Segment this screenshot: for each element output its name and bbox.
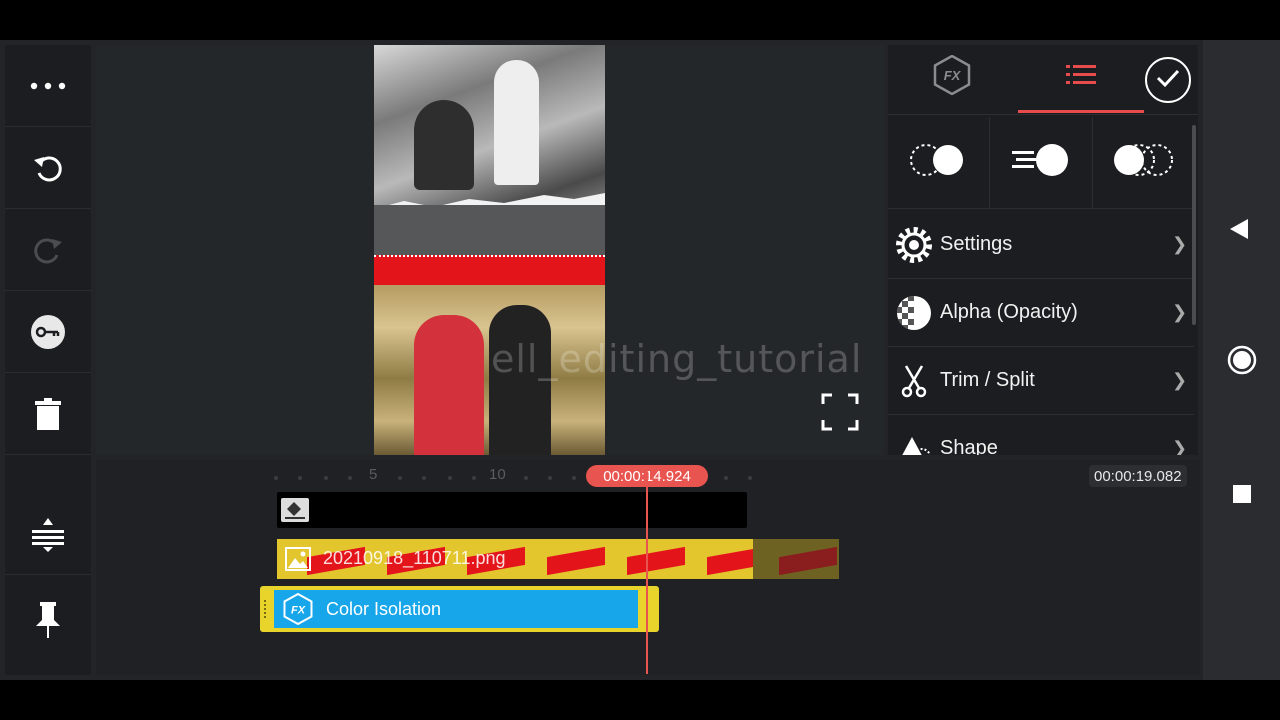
timeline-expand-icon [32,517,64,552]
video-preview: ell_editing_tutorial [96,45,884,455]
timeline[interactable]: 5 10 00:00:14.924 00:00:19.082 [96,460,1200,675]
background-clip[interactable] [277,492,747,528]
fx-icon: FX [932,54,972,99]
pin-icon [36,602,60,638]
undo-icon [31,151,65,185]
check-icon [1156,68,1180,93]
kinemaster-editor: ell_editing_tutorial FX Settings ❯ Alpha… [0,40,1280,680]
options-panel: FX Settings ❯ Alpha (Opacity) ❯ Trim / S… [888,45,1198,455]
recents-square-icon [1232,485,1252,508]
fill-bucket-icon [281,498,309,522]
motion-blur-icon [1011,142,1070,183]
keyframe-key-icon [30,314,66,350]
end-time-label: 00:00:19.082 [1089,465,1187,487]
shape-icon [888,431,940,455]
back-button[interactable] [1228,218,1250,245]
blend-options [888,117,1194,209]
image-layer-filename: 20210918_110711.png [323,548,506,568]
mask-circles-icon [1112,143,1174,182]
menu-settings[interactable]: Settings ❯ [888,211,1194,279]
back-triangle-icon [1228,219,1250,244]
panel-scrollbar[interactable] [1192,125,1196,325]
menu-shape-label: Shape [940,437,998,455]
mask-button[interactable] [1093,117,1194,208]
home-button[interactable] [1227,345,1257,380]
checker-icon [888,295,940,331]
redo-button[interactable] [5,209,91,291]
effect-layer-clip[interactable]: FX Color Isolation [260,586,659,632]
svg-text:FX: FX [944,68,962,83]
menu-trim-split[interactable]: Trim / Split ❯ [888,347,1194,415]
done-button[interactable] [1145,57,1191,103]
delete-icon [34,397,62,430]
chevron-right-icon: ❯ [1172,370,1188,390]
left-trim-handle[interactable] [264,600,268,618]
more-button[interactable] [5,45,91,127]
playhead[interactable] [646,472,648,674]
image-icon [285,547,311,571]
home-circle-icon [1227,345,1257,379]
pin-button[interactable] [5,580,91,660]
image-layer-overflow [753,539,839,579]
ruler-label: 5 [369,466,378,483]
blend-mode-icon [908,143,970,182]
ruler-label: 10 [489,466,506,483]
video-frame[interactable] [374,45,605,455]
list-icon [1066,63,1096,92]
blend-mode-button[interactable] [888,117,991,208]
menu-trim-split-label: Trim / Split [940,369,1035,391]
menu-alpha[interactable]: Alpha (Opacity) ❯ [888,279,1194,347]
selection-guide [374,255,605,257]
svg-text:FX: FX [291,605,306,617]
menu-shape[interactable]: Shape ❯ [888,415,1194,455]
panel-tabs: FX [888,45,1198,115]
fx-icon: FX [282,593,314,625]
menu-alpha-label: Alpha (Opacity) [940,301,1078,323]
recents-button[interactable] [1232,484,1252,509]
more-icon [30,82,66,90]
gear-icon [888,225,940,265]
motion-blur-button[interactable] [990,117,1093,208]
fullscreen-icon [820,393,860,436]
scissors-icon [888,364,940,398]
keyframe-button[interactable] [5,291,91,373]
fullscreen-button[interactable] [820,392,860,432]
timeline-expand-button[interactable] [5,495,91,575]
chevron-right-icon: ❯ [1172,438,1188,455]
effect-layer-label: Color Isolation [326,598,442,619]
undo-button[interactable] [5,127,91,209]
chevron-right-icon: ❯ [1172,234,1188,254]
delete-button[interactable] [5,373,91,455]
watermark-text: ell_editing_tutorial [491,337,863,381]
chevron-right-icon: ❯ [1172,302,1188,322]
redo-icon [31,233,65,267]
menu-settings-label: Settings [940,233,1013,255]
tab-fx[interactable]: FX [932,54,972,96]
tab-list[interactable] [1018,45,1144,113]
left-toolbar [5,45,91,675]
image-layer-clip[interactable]: 20210918_110711.png [277,539,753,579]
system-navigation-bar [1203,40,1280,680]
